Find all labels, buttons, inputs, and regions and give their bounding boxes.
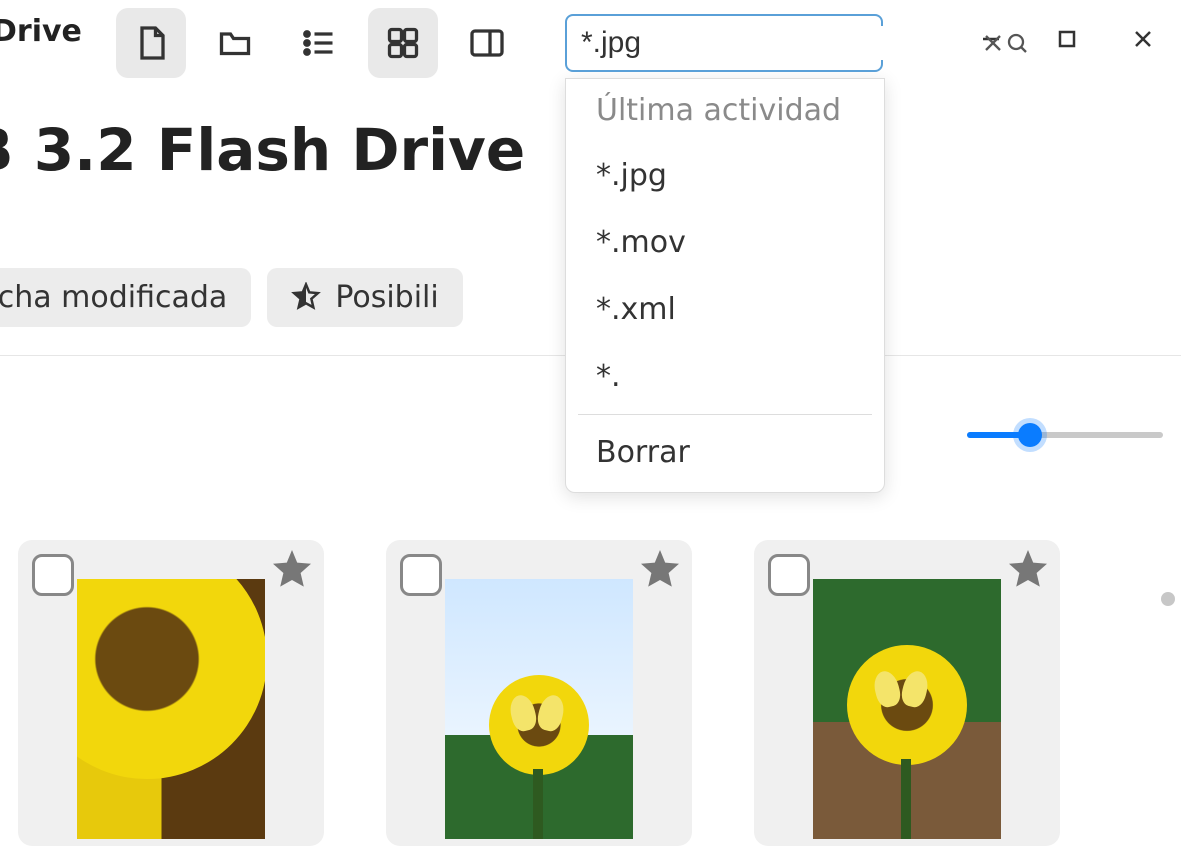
dropdown-item[interactable]: *.xml <box>566 276 884 343</box>
thumbnail-size-slider[interactable] <box>967 432 1163 438</box>
chip-label: Posibili <box>335 280 438 315</box>
dropdown-separator <box>578 414 872 415</box>
dropdown-item[interactable]: *.mov <box>566 209 884 276</box>
slider-fill <box>967 432 1022 438</box>
select-checkbox[interactable] <box>32 554 74 596</box>
select-checkbox[interactable] <box>400 554 442 596</box>
split-view-icon <box>469 25 505 61</box>
thumbnail-image <box>445 579 633 839</box>
window-maximize-button[interactable] <box>1029 0 1105 78</box>
titlebar: Drive <box>0 0 1181 78</box>
file-card[interactable] <box>386 540 692 846</box>
slider-thumb[interactable] <box>1018 423 1042 447</box>
scrollbar-thumb[interactable] <box>1161 592 1175 606</box>
folder-icon <box>217 25 253 61</box>
view-mode-list[interactable] <box>284 8 354 78</box>
document-icon <box>133 25 169 61</box>
star-icon <box>268 546 316 594</box>
search-submit-button[interactable] <box>1005 21 1029 65</box>
star-icon <box>1004 546 1052 594</box>
app-name: Drive <box>0 14 82 49</box>
maximize-icon <box>1055 27 1079 51</box>
view-mode-grid[interactable] <box>368 8 438 78</box>
close-icon <box>981 31 1005 55</box>
view-mode-group <box>116 8 522 78</box>
thumbnail-image <box>77 579 265 839</box>
dropdown-item[interactable]: *. <box>566 343 884 410</box>
grid-icon <box>385 25 421 61</box>
favorite-toggle[interactable] <box>1004 546 1052 598</box>
dropdown-item[interactable]: *.jpg <box>566 142 884 209</box>
slider-track <box>967 432 1163 438</box>
star-icon <box>636 546 684 594</box>
filter-chip-date[interactable]: Fecha modificada <box>0 268 251 327</box>
dropdown-clear[interactable]: Borrar <box>566 419 884 486</box>
favorite-toggle[interactable] <box>636 546 684 598</box>
search-input[interactable] <box>567 26 981 60</box>
search-field[interactable] <box>565 14 883 72</box>
dropdown-header: Última actividad <box>566 89 884 142</box>
filter-chip-starred[interactable]: Posibili <box>267 268 462 327</box>
close-icon <box>1131 27 1155 51</box>
star-half-icon <box>291 282 321 312</box>
thumbnail-image <box>813 579 1001 839</box>
window-close-button[interactable] <box>1105 0 1181 78</box>
select-checkbox[interactable] <box>768 554 810 596</box>
search-icon <box>1005 31 1029 55</box>
file-card[interactable] <box>754 540 1060 846</box>
view-mode-document[interactable] <box>116 8 186 78</box>
chip-label: Fecha modificada <box>0 280 227 315</box>
view-mode-folder[interactable] <box>200 8 270 78</box>
file-card[interactable] <box>18 540 324 846</box>
favorite-toggle[interactable] <box>268 546 316 598</box>
thumbnail-grid <box>18 540 1141 846</box>
search-history-dropdown: Última actividad *.jpg *.mov *.xml *. Bo… <box>565 78 885 493</box>
search-clear-button[interactable] <box>981 21 1005 65</box>
list-icon <box>301 25 337 61</box>
view-mode-split[interactable] <box>452 8 522 78</box>
